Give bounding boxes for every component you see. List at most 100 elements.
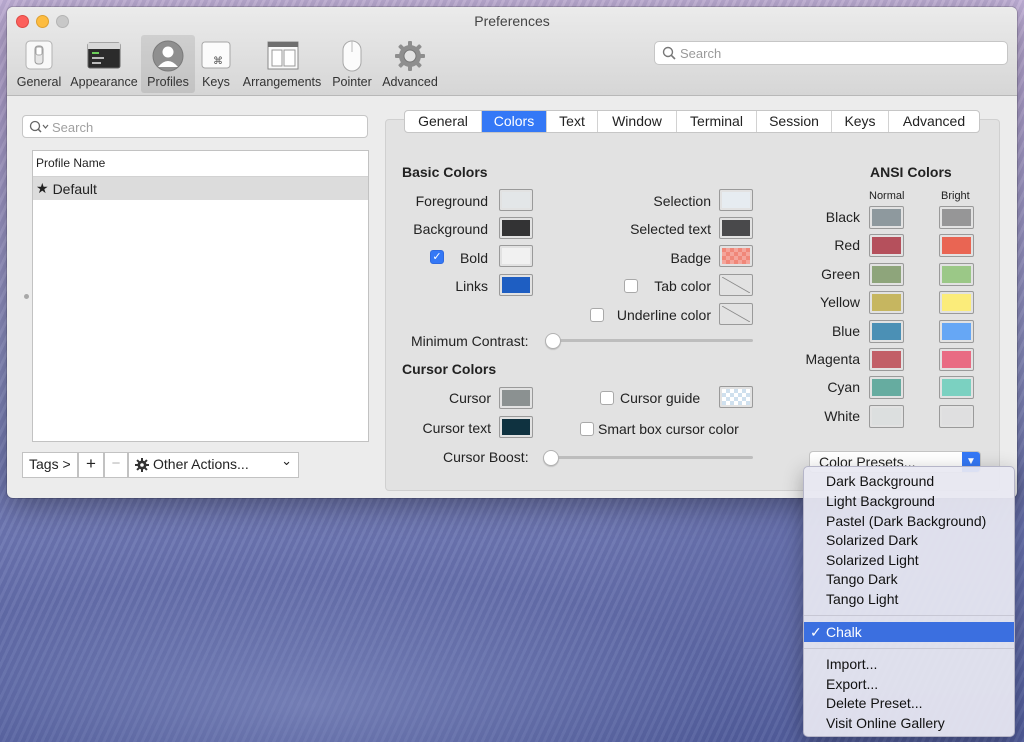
toolbar-advanced[interactable]: Advanced (379, 35, 441, 93)
gear-icon (395, 41, 425, 71)
tab-terminal[interactable]: Terminal (677, 111, 757, 132)
list-item[interactable]: ★ Default (33, 177, 368, 200)
other-actions-button[interactable]: Other Actions... ⌄ (128, 452, 299, 478)
tab-color-checkbox[interactable] (624, 279, 638, 293)
menu-item-solarized-dark[interactable]: Solarized Dark (804, 530, 1014, 550)
tab-text[interactable]: Text (547, 111, 598, 132)
color-fill (502, 248, 530, 264)
menu-item-import[interactable]: Import... (804, 654, 1014, 674)
color-fill (942, 209, 971, 226)
underline-color-well[interactable] (719, 303, 753, 325)
links-color-well[interactable] (499, 274, 533, 296)
ansi-blue-normal-color-well[interactable] (869, 320, 904, 343)
ansi-magenta-bright-color-well[interactable] (939, 348, 974, 371)
badge-color-well[interactable] (719, 245, 753, 267)
add-profile-button[interactable]: + (78, 452, 104, 478)
ansi-cyan-bright-color-well[interactable] (939, 376, 974, 399)
ansi-green-normal-color-well[interactable] (869, 263, 904, 286)
background-color-well[interactable] (499, 217, 533, 239)
ansi-yellow-normal-color-well[interactable] (869, 291, 904, 314)
color-fill (872, 237, 901, 254)
ansi-black-bright-color-well[interactable] (939, 206, 974, 229)
tab-advanced[interactable]: Advanced (889, 111, 979, 132)
ansi-blue-label: Blue (831, 323, 860, 339)
menu-item-delete-preset[interactable]: Delete Preset... (804, 693, 1014, 713)
menu-item-chalk[interactable]: ✓ Chalk (804, 622, 1014, 642)
cursor-guide-color-fill (722, 389, 750, 405)
minimum-contrast-slider-knob[interactable] (545, 333, 561, 349)
ansi-yellow-bright-color-well[interactable] (939, 291, 974, 314)
ansi-red-bright-color-well[interactable] (939, 234, 974, 257)
star-icon: ★ (36, 180, 49, 196)
tab-colors[interactable]: Colors (482, 111, 547, 132)
ansi-blue-bright-color-well[interactable] (939, 320, 974, 343)
window-layout-icon (267, 41, 299, 70)
color-fill (942, 266, 971, 283)
tab-color-well[interactable] (719, 274, 753, 296)
search-icon (662, 46, 676, 60)
toolbar-label: Arrangements (242, 75, 322, 89)
cursor-guide-color-well[interactable] (719, 386, 753, 408)
tags-button[interactable]: Tags > (22, 452, 78, 478)
badge-label: Badge (670, 250, 711, 266)
no-color-icon (722, 277, 750, 293)
tab-window[interactable]: Window (598, 111, 677, 132)
preferences-window: Preferences General Appearance Profiles … (7, 7, 1017, 498)
menu-item-label: Chalk (826, 624, 862, 640)
toolbar-search-field[interactable]: Search (654, 41, 1008, 65)
cursor-boost-slider-knob[interactable] (543, 450, 559, 466)
tab-session[interactable]: Session (757, 111, 832, 132)
cursor-boost-slider[interactable] (545, 456, 753, 459)
toolbar-pointer[interactable]: Pointer (327, 35, 377, 93)
toolbar-general[interactable]: General (11, 35, 67, 93)
ansi-black-normal-color-well[interactable] (869, 206, 904, 229)
ansi-red-normal-color-well[interactable] (869, 234, 904, 257)
menu-item-visit-online-gallery[interactable]: Visit Online Gallery (804, 713, 1014, 733)
underline-color-checkbox[interactable] (590, 308, 604, 322)
toolbar-arrangements[interactable]: Arrangements (239, 35, 325, 93)
toolbar-profiles[interactable]: Profiles (141, 35, 195, 93)
selection-color-well[interactable] (719, 189, 753, 211)
smart-box-cursor-checkbox[interactable] (580, 422, 594, 436)
menu-item-tango-light[interactable]: Tango Light (804, 589, 1014, 609)
tab-keys[interactable]: Keys (832, 111, 889, 132)
toolbar-label: Keys (202, 75, 230, 89)
ansi-white-bright-color-well[interactable] (939, 405, 974, 428)
menu-item-dark-background[interactable]: Dark Background (804, 471, 1014, 491)
cursor-color-well[interactable] (499, 387, 533, 409)
column-header-profile-name[interactable]: Profile Name (33, 151, 368, 177)
minimum-contrast-slider[interactable] (547, 339, 753, 342)
cursor-guide-checkbox[interactable] (600, 391, 614, 405)
toolbar-label: Advanced (382, 75, 438, 89)
ansi-white-normal-color-well[interactable] (869, 405, 904, 428)
ansi-cyan-label: Cyan (827, 379, 860, 395)
search-dropdown-icon (29, 120, 49, 133)
menu-item-pastel-dark-background[interactable]: Pastel (Dark Background) (804, 511, 1014, 531)
menu-item-export[interactable]: Export... (804, 674, 1014, 694)
toolbar-appearance[interactable]: Appearance (67, 35, 141, 93)
toolbar-keys[interactable]: ⌘ Keys (195, 35, 237, 93)
color-fill (872, 323, 901, 340)
tab-general[interactable]: General (405, 111, 482, 132)
color-fill (722, 220, 750, 236)
menu-item-tango-dark[interactable]: Tango Dark (804, 569, 1014, 589)
foreground-color-well[interactable] (499, 189, 533, 211)
bold-color-well[interactable] (499, 245, 533, 267)
selected-text-color-well[interactable] (719, 217, 753, 239)
menu-item-light-background[interactable]: Light Background (804, 491, 1014, 511)
remove-profile-button[interactable]: − (104, 452, 128, 478)
toolbar-label: General (16, 75, 62, 89)
profile-search-field[interactable]: Search (22, 115, 368, 138)
color-fill (502, 277, 530, 293)
cursor-text-color-well[interactable] (499, 416, 533, 438)
command-key-icon: ⌘ (201, 41, 231, 69)
split-view-divider-handle[interactable] (24, 294, 29, 299)
ansi-cyan-normal-color-well[interactable] (869, 376, 904, 399)
menu-item-solarized-light[interactable]: Solarized Light (804, 550, 1014, 570)
color-fill (942, 379, 971, 396)
color-fill (872, 351, 901, 368)
bold-checkbox[interactable]: ✓ (430, 250, 444, 264)
ansi-green-bright-color-well[interactable] (939, 263, 974, 286)
ansi-magenta-normal-color-well[interactable] (869, 348, 904, 371)
selection-label: Selection (653, 193, 711, 209)
